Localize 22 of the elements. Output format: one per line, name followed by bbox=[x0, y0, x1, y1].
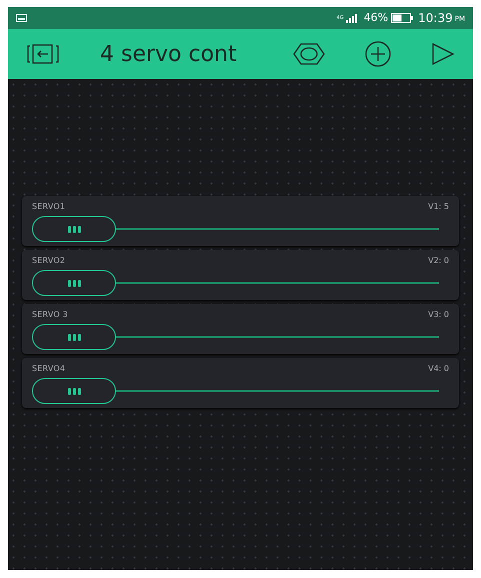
slider-thumb[interactable] bbox=[32, 324, 116, 350]
battery-percent: 46% bbox=[364, 10, 388, 26]
pin-value: V3: 0 bbox=[428, 309, 449, 321]
signal-icon bbox=[346, 14, 360, 22]
slider-thumb[interactable] bbox=[32, 378, 116, 404]
pin-value: V4: 0 bbox=[428, 363, 449, 375]
slider-label: SERVO1 bbox=[32, 201, 66, 213]
clock-time: 10:39 bbox=[418, 10, 453, 27]
pin-value: V2: 0 bbox=[428, 255, 449, 267]
add-icon[interactable] bbox=[365, 41, 391, 67]
slider-label: SERVO4 bbox=[32, 363, 66, 375]
battery-icon bbox=[391, 13, 414, 23]
pin-value: V1: 5 bbox=[428, 201, 449, 213]
hexagon-icon[interactable] bbox=[293, 42, 325, 66]
slider-thumb[interactable] bbox=[32, 270, 116, 296]
slider-label: SERVO 3 bbox=[32, 309, 68, 321]
image-icon bbox=[16, 14, 27, 22]
project-title: 4 servo cont bbox=[100, 40, 237, 68]
exit-icon[interactable] bbox=[26, 43, 60, 65]
play-icon[interactable] bbox=[431, 42, 455, 66]
slider-label: SERVO2 bbox=[32, 255, 66, 267]
slider-thumb[interactable] bbox=[32, 216, 116, 242]
